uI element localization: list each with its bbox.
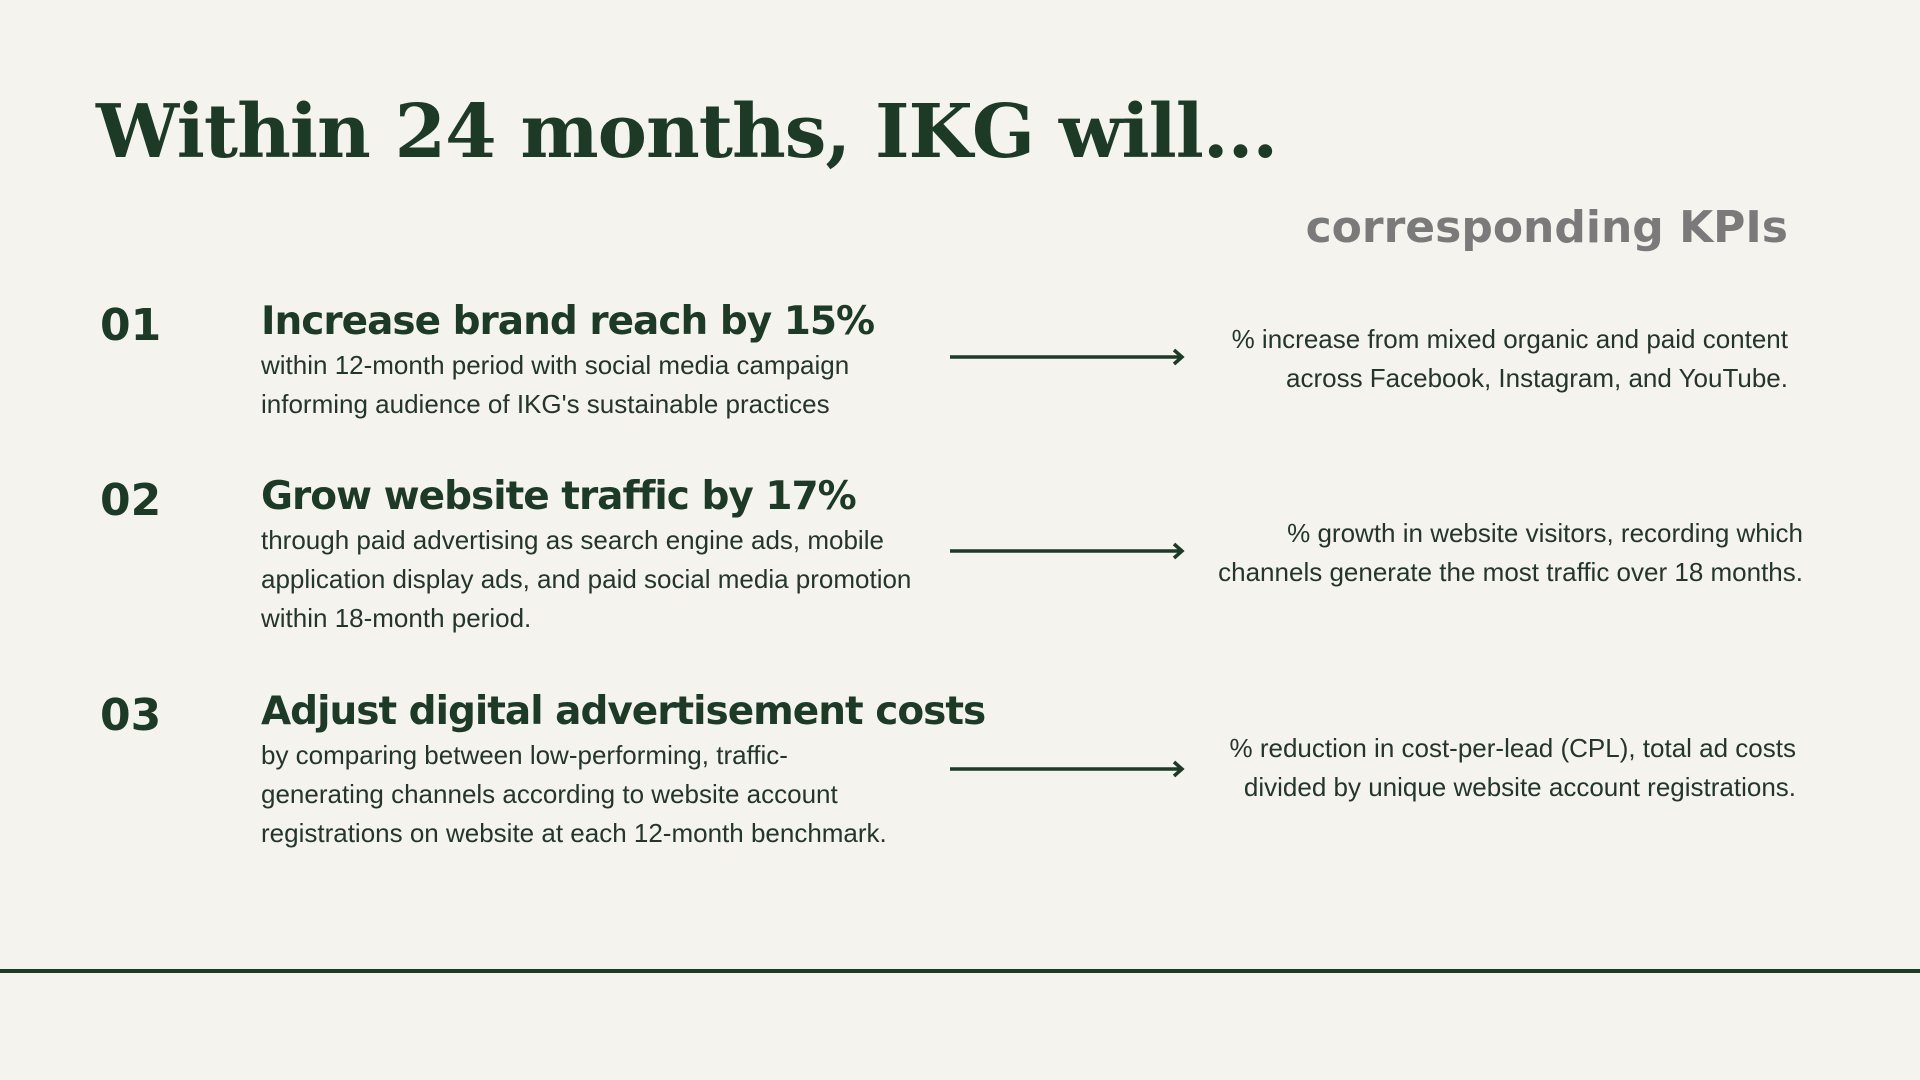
goal-description: by comparing between low-performing, tra… [261, 740, 887, 848]
kpi-text-01: % increase from mixed organic and paid c… [1231, 324, 1788, 393]
kpi-heading: corresponding KPIs [1305, 202, 1788, 253]
goal-description: through paid advertising as search engin… [261, 525, 912, 633]
goal-number: 02 [100, 475, 162, 526]
goal-headline: Grow website traffic by 17% [261, 474, 857, 519]
goal-number: 03 [100, 690, 162, 741]
goal-description: within 12-month period with social media… [261, 350, 850, 419]
kpi-text-02: % growth in website visitors, recording … [1218, 518, 1803, 587]
goal-headline: Increase brand reach by 15% [261, 299, 875, 344]
slide-title: Within 24 months, IKG will... [96, 89, 1278, 175]
kpi-text-03: % reduction in cost-per-lead (CPL), tota… [1229, 733, 1796, 802]
goal-headline: Adjust digital advertisement costs [261, 689, 986, 734]
goal-number: 01 [100, 300, 162, 351]
bottom-divider [0, 969, 1920, 973]
